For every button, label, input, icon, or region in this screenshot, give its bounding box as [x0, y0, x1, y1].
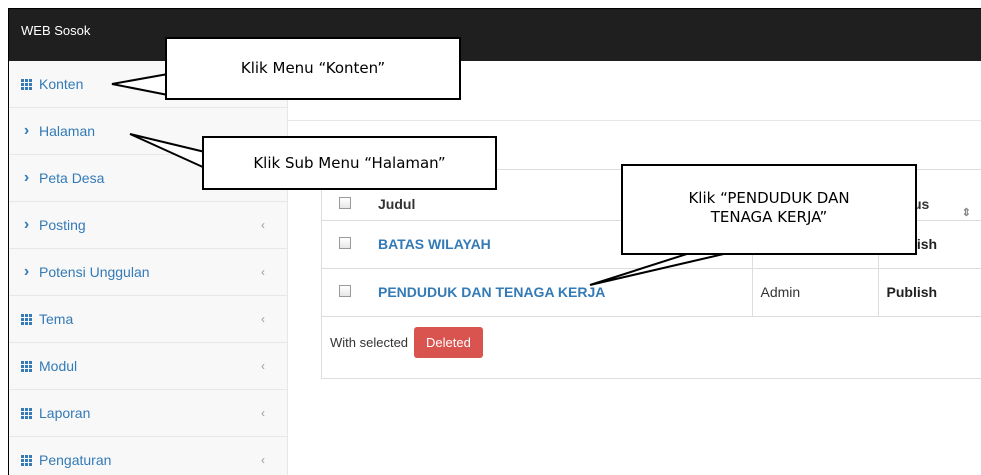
callout-penduduk-text-line1: Klik “PENDUDUK DAN [688, 189, 850, 207]
callout-penduduk-text-line2: TENAGA KERJA” [710, 208, 828, 226]
callout-halaman: Klik Sub Menu “Halaman” [202, 136, 497, 190]
callout-konten-tail [111, 72, 169, 97]
callout-halaman-text: Klik Sub Menu “Halaman” [253, 153, 446, 172]
callout-halaman-tail [129, 133, 206, 170]
callout-penduduk-tail [589, 252, 729, 286]
callout-penduduk: Klik “PENDUDUK DAN TENAGA KERJA” [621, 164, 917, 255]
callout-konten-text: Klik Menu “Konten” [240, 59, 386, 77]
callout-konten: Klik Menu “Konten” [165, 37, 461, 100]
